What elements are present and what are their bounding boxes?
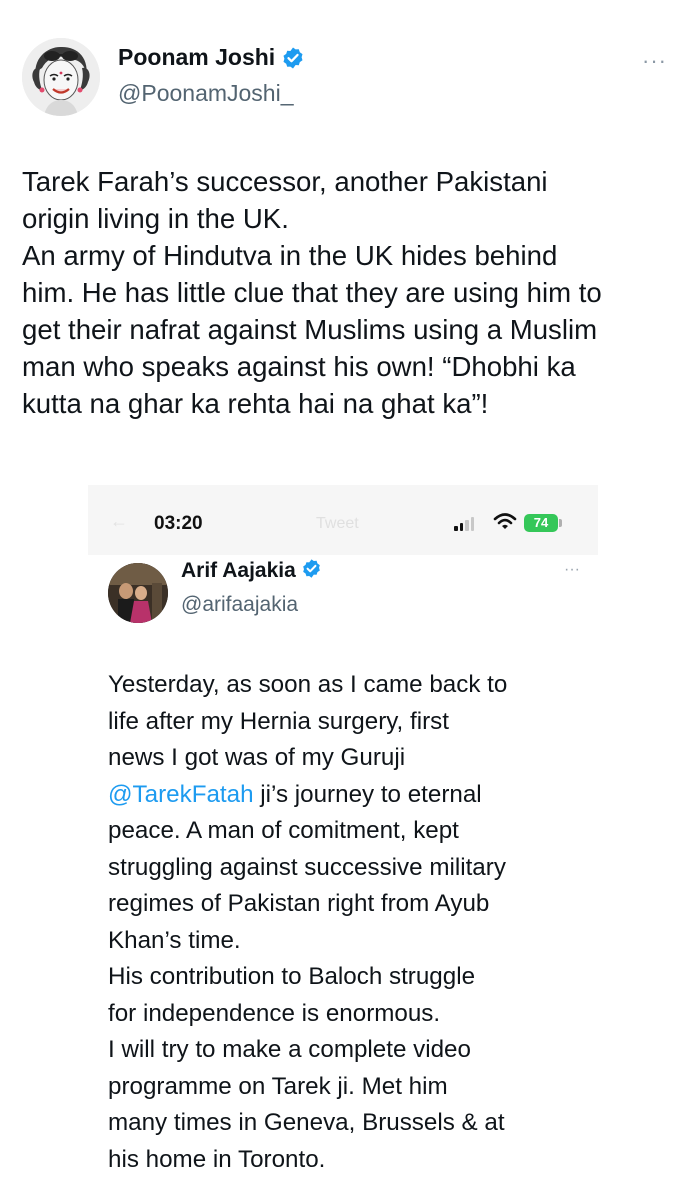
verified-badge-icon	[281, 46, 305, 70]
battery-tip	[559, 519, 562, 527]
inner-text-line: His contribution to Baloch struggle	[108, 963, 476, 990]
inner-text-line: Yesterday, as soon as I came back to	[108, 671, 508, 698]
inner-tweet-body: Yesterday, as soon as I came back to lif…	[108, 667, 588, 1178]
inner-author-name[interactable]: Arif Aajakia	[181, 559, 296, 583]
tweet-body: Tarek Farah’s successor, another Pakista…	[22, 163, 672, 422]
faint-page-title: Tweet	[316, 515, 359, 532]
battery-icon: 74	[524, 514, 558, 532]
inner-text-fragment: ji’s journey to eternal	[253, 780, 482, 808]
inner-text-line: I will try to make a complete video	[108, 1036, 471, 1063]
inner-text-line: programme on Tarek ji. Met him	[108, 1072, 448, 1100]
inner-text-line: news I got was of my Guruji	[108, 744, 406, 771]
inner-text-line: many times in Geneva, Brussels & at	[108, 1109, 505, 1136]
inner-text-line-with-mention: @TarekFatah ji’s journey to eternal	[108, 777, 588, 814]
inner-text-line: for independence is enormous.	[108, 999, 441, 1027]
embedded-screenshot[interactable]: ← 03:20 Tweet 74 Arif Aajakia @arifaajak…	[88, 485, 598, 1200]
mention-link[interactable]: @TarekFatah	[108, 781, 254, 808]
wifi-icon	[493, 512, 517, 537]
inner-text-line: struggling against successive military	[108, 853, 506, 881]
author-avatar[interactable]	[22, 38, 100, 116]
inner-text-line: life after my Hernia surgery, first	[108, 707, 449, 735]
inner-author-name-row: Arif Aajakia	[181, 558, 322, 584]
inner-author-handle[interactable]: @arifaajakia	[181, 593, 298, 617]
signal-icon	[454, 517, 474, 531]
inner-text-line: regimes of Pakistan right from Ayub	[108, 890, 490, 917]
author-name-row: Poonam Joshi	[118, 44, 305, 71]
inner-avatar-photo	[108, 563, 168, 623]
avatar-illustration	[22, 38, 100, 116]
more-options-icon[interactable]: ···	[642, 48, 667, 74]
status-bar: ← 03:20 Tweet 74	[88, 485, 598, 555]
inner-text-line: his home in Toronto.	[108, 1145, 326, 1173]
inner-text-line: Khan’s time.	[108, 926, 241, 954]
status-time: 03:20	[154, 513, 203, 534]
author-display-name[interactable]: Poonam Joshi	[118, 44, 275, 71]
inner-text-line: peace. A man of comitment, kept	[108, 817, 459, 844]
back-arrow-icon: ←	[110, 511, 128, 531]
inner-more-options-icon[interactable]: ···	[564, 561, 580, 579]
author-handle[interactable]: @PoonamJoshi_	[118, 80, 294, 107]
inner-verified-badge-icon	[301, 558, 322, 584]
tweet-header: Poonam Joshi @PoonamJoshi_ ···	[0, 0, 693, 140]
tweet-text: Tarek Farah’s successor, another Pakista…	[22, 166, 602, 419]
inner-author-avatar[interactable]	[108, 563, 168, 623]
